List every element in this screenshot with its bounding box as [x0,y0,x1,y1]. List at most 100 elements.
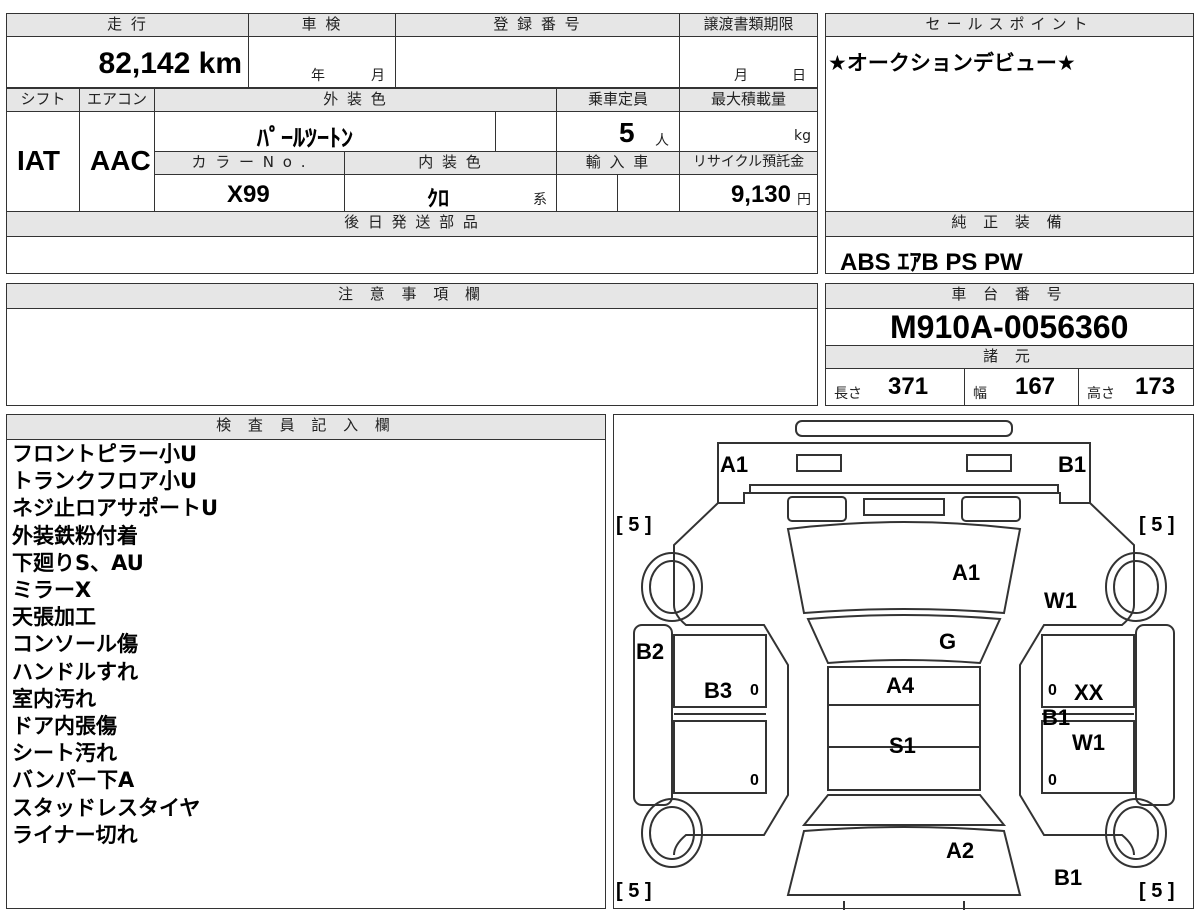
inspector-note: 天張加工 [12,605,96,630]
door-zero-rr: 0 [1048,772,1057,789]
length-value: 371 [888,373,929,400]
inspector-note: フロントピラー小U [12,442,198,466]
interior-color-value: ｸﾛ [427,186,450,211]
color-no-header: カ ラ ー N o . [154,151,345,175]
max-load-header: 最大積載量 [679,88,818,112]
tread-left-top: [ 5 ] [616,514,652,536]
height-value: 173 [1135,373,1176,400]
later-parts-cell [6,236,818,274]
shift-cell: IAT [6,111,80,212]
transfer-month-unit: 月 [734,68,748,84]
mark-rear-hatch: A2 [946,838,974,863]
car-diagram: [ 5 ] [ 5 ] [ 5 ] [ 5 ] A1 B1 A1 W1 G B2… [616,420,1175,910]
mark-windshield: G [939,629,956,654]
shift-value: IAT [17,145,61,176]
sales-point-cell: ★オークションデビュー★ [825,36,1194,212]
standard-equipment-header: 純 正 装 備 [825,211,1194,237]
inspector-note: 室内汚れ [12,686,96,711]
mileage-value: 82,142 km [98,47,242,80]
color-no-cell: X99 [154,174,345,212]
max-load-cell: kg [679,111,818,152]
capacity-cell: 5 人 [556,111,680,152]
inspector-note: ライナー切れ [12,822,138,847]
capacity-value: 5 [619,117,635,148]
aircon-header: エアコン [79,88,155,112]
capacity-header: 乗車定員 [556,88,680,112]
mark-roof-rear: S1 [889,733,916,758]
max-load-unit: kg [794,128,811,144]
inspector-note: シート汚れ [12,741,117,766]
transfer-day-unit: 日 [792,68,806,84]
inspector-note: ハンドルすれ [12,659,138,684]
mark-right-front-door: XX [1074,680,1104,705]
inspector-note: 下廻りS、AU [12,550,144,575]
inspector-note: スタッドレスタイヤ [12,795,201,820]
width-label: 幅 [973,386,987,402]
inspection-header: 車 検 [248,13,396,37]
tread-right-top: [ 5 ] [1139,514,1175,536]
height-cell: 高さ 173 [1078,368,1194,406]
inspector-note: ミラーX [12,578,92,603]
registration-header: 登 録 番 号 [395,13,680,37]
inspector-notes-cell: フロントピラー小U トランクフロア小U ネジ止ロアサポートU 外装鉄粉付着 下廻… [6,439,606,909]
exterior-color-header: 外 装 色 [154,88,557,112]
chassis-cell: M910A-0056360 [825,308,1194,346]
car-diagram-panel: [ 5 ] [ 5 ] [ 5 ] [ 5 ] A1 B1 A1 W1 G B2… [613,414,1194,910]
sales-point-text: ★オークションデビュー★ [828,51,1076,75]
color-no-value: X99 [227,181,270,208]
mark-front-right: B1 [1058,452,1086,477]
shift-header: シフト [6,88,80,112]
door-zero-rf: 0 [1048,682,1057,699]
inspector-header: 検 査 員 記 入 欄 [6,414,606,440]
aircon-value: AAC [90,145,151,176]
inspection-year-unit: 年 [311,68,325,84]
aircon-cell: AAC [79,111,155,212]
mileage-header: 走 行 [6,13,249,37]
chassis-header: 車 台 番 号 [825,283,1194,309]
transfer-deadline-cell: 月 日 [679,36,818,88]
caution-cell [6,308,818,406]
exterior-color-value: ﾊﾟｰﾙﾂｰﾄﾝ [257,125,353,152]
interior-color-suffix: 系 [533,192,547,208]
length-label: 長さ [834,386,862,402]
inspector-note: ネジ止ロアサポートU [12,496,219,521]
import-cell-b [617,174,680,212]
inspector-note: バンパー下A [12,768,135,793]
inspection-month-unit: 月 [371,68,385,84]
inspector-note: コンソール傷 [12,632,138,657]
width-cell: 幅 167 [964,368,1079,406]
registration-cell [395,36,680,88]
chassis-value: M910A-0056360 [890,309,1129,345]
mark-right-rear-door: W1 [1072,730,1105,755]
mark-fender-right: W1 [1044,588,1077,613]
standard-equipment-cell: ABS ｴｱB PS PW [825,236,1194,276]
inspector-note: トランクフロア小U [12,469,198,494]
import-header: 輸 入 車 [556,151,680,175]
sales-point-header: セールスポイント [825,13,1194,37]
mark-fender-left: B2 [636,639,664,664]
mark-front-left: A1 [720,452,748,477]
inspector-note: 外装鉄粉付着 [12,523,138,548]
mark-rear-right: B1 [1054,865,1082,890]
tread-right-bottom: [ 5 ] [1139,880,1175,902]
mark-roof: A4 [886,673,915,698]
recycle-value: 9,130 [730,181,791,208]
tread-left-bottom: [ 5 ] [616,880,652,902]
mark-hood: A1 [952,560,980,585]
exterior-color-extra-cell [495,111,557,152]
mark-right-door-b: B1 [1042,705,1070,730]
recycle-cell: 9,130 円 [679,174,818,212]
recycle-unit: 円 [797,192,811,208]
standard-equipment-value: ABS ｴｱB PS PW [840,249,1023,276]
inspection-cell: 年 月 [248,36,396,88]
door-zero-lr: 0 [750,772,759,789]
specs-header: 諸 元 [825,345,1194,369]
mark-left-front-door: B3 [704,678,732,703]
transfer-deadline-header: 譲渡書類期限 [679,13,818,37]
recycle-header: リサイクル預託金 [679,151,818,175]
mileage-cell: 82,142 km [6,36,249,88]
door-zero-lf: 0 [750,682,759,699]
later-parts-header: 後 日 発 送 部 品 [6,211,818,237]
interior-color-header: 内 装 色 [344,151,557,175]
interior-color-cell: ｸﾛ 系 [344,174,557,212]
